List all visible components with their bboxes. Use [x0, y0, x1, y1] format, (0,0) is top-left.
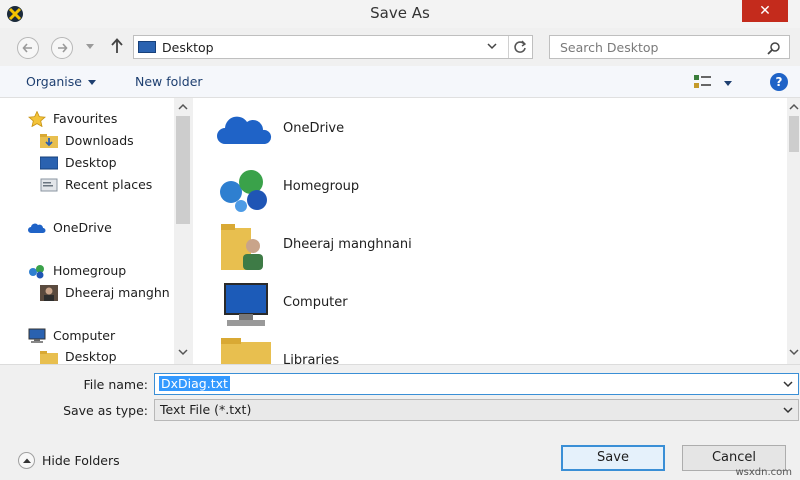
save-type-label: Save as type:: [63, 403, 148, 418]
nav-label: Dheeraj manghn: [65, 285, 170, 300]
organise-label: Organise: [26, 74, 82, 89]
desktop-icon: [40, 156, 58, 170]
scroll-up-icon[interactable]: [178, 103, 188, 111]
user-avatar-icon: [40, 285, 58, 301]
content-scrollbar[interactable]: [787, 98, 800, 364]
nav-scroll-thumb[interactable]: [176, 116, 190, 224]
navigation-pane: Favourites Downloads Desktop Recent plac…: [0, 98, 192, 365]
desktop-icon: [138, 41, 156, 53]
nav-label: OneDrive: [53, 220, 112, 235]
file-name-value: DxDiag.txt: [159, 376, 230, 391]
desktop-folder-icon: [40, 351, 58, 365]
scroll-down-icon[interactable]: [178, 348, 188, 356]
save-form: File name: DxDiag.txt Save as type: Text…: [0, 364, 800, 480]
watermark-text: wsxdn.com: [735, 467, 792, 478]
back-arrow-icon: [22, 43, 32, 53]
content-scroll-thumb[interactable]: [789, 116, 799, 152]
chevron-down-icon[interactable]: [486, 40, 498, 52]
hide-folders-label: Hide Folders: [42, 453, 120, 468]
content-item-computer[interactable]: Computer: [217, 280, 617, 330]
homegroup-icon: [220, 170, 267, 212]
scroll-up-icon[interactable]: [789, 103, 799, 111]
chevron-down-icon[interactable]: [782, 378, 794, 390]
nav-label: Downloads: [65, 133, 134, 148]
nav-label: Computer: [53, 328, 116, 343]
up-arrow-icon[interactable]: [110, 38, 124, 54]
new-folder-button[interactable]: New folder: [135, 74, 203, 89]
nav-label: Desktop: [65, 349, 117, 364]
nav-label: Homegroup: [53, 263, 127, 278]
nav-scrollbar[interactable]: [174, 98, 192, 364]
computer-icon: [28, 328, 46, 343]
libraries-icon: [221, 338, 271, 364]
title-bar: Save As ✕: [0, 0, 800, 28]
save-type-select[interactable]: Text File (*.txt): [154, 399, 799, 421]
refresh-button[interactable]: [508, 36, 532, 58]
content-item-label: Dheeraj manghnani: [283, 237, 412, 252]
user-folder-icon: [221, 224, 263, 270]
content-item-user[interactable]: Dheeraj manghnani: [217, 222, 617, 272]
content-item-libraries[interactable]: Libraries: [217, 338, 617, 364]
nav-label: Favourites: [53, 111, 118, 126]
address-bar-row: Desktop Search Desktop: [0, 28, 800, 66]
onedrive-icon: [217, 116, 272, 144]
content-item-onedrive[interactable]: OneDrive: [217, 106, 617, 156]
forward-button[interactable]: [51, 37, 73, 59]
organise-caret-icon: [87, 80, 96, 85]
address-box[interactable]: Desktop: [133, 35, 533, 59]
onedrive-icon: [28, 223, 46, 233]
search-placeholder: Search Desktop: [560, 40, 659, 55]
recent-places-icon: [40, 178, 58, 192]
downloads-folder-icon: [40, 134, 58, 148]
organise-menu[interactable]: Organise: [26, 74, 96, 89]
view-options-caret-icon[interactable]: [724, 81, 732, 86]
content-item-homegroup[interactable]: Homegroup: [217, 164, 617, 214]
chevron-up-circle-icon: [18, 452, 35, 469]
command-toolbar: Organise New folder ?: [0, 66, 800, 98]
close-button[interactable]: ✕: [742, 0, 788, 22]
nav-label: Desktop: [65, 155, 117, 170]
search-icon[interactable]: [767, 41, 781, 55]
content-item-label: Computer: [283, 295, 348, 310]
save-button[interactable]: Save: [561, 445, 665, 471]
file-name-label: File name:: [83, 377, 148, 392]
file-name-input[interactable]: DxDiag.txt: [154, 373, 799, 395]
save-type-value: Text File (*.txt): [160, 402, 252, 417]
forward-arrow-icon: [58, 43, 68, 53]
scroll-down-icon[interactable]: [789, 348, 799, 356]
content-item-label: Libraries: [283, 353, 340, 364]
homegroup-icon: [29, 265, 44, 279]
computer-icon: [224, 283, 268, 326]
content-item-label: OneDrive: [283, 121, 345, 136]
chevron-down-icon[interactable]: [782, 404, 794, 416]
search-box[interactable]: Search Desktop: [549, 35, 790, 59]
view-options-icon[interactable]: [694, 75, 712, 89]
content-item-label: Homegroup: [283, 179, 360, 194]
help-button[interactable]: ?: [770, 73, 788, 91]
address-location: Desktop: [162, 40, 214, 55]
recent-locations-caret-icon[interactable]: [86, 44, 94, 49]
back-button[interactable]: [17, 37, 39, 59]
window-title: Save As: [370, 4, 430, 22]
refresh-icon: [514, 40, 527, 53]
nav-label: Recent places: [65, 177, 153, 192]
star-icon: [28, 111, 46, 127]
content-pane: OneDrive Homegroup Dheeraj manghnani Com…: [192, 98, 800, 364]
